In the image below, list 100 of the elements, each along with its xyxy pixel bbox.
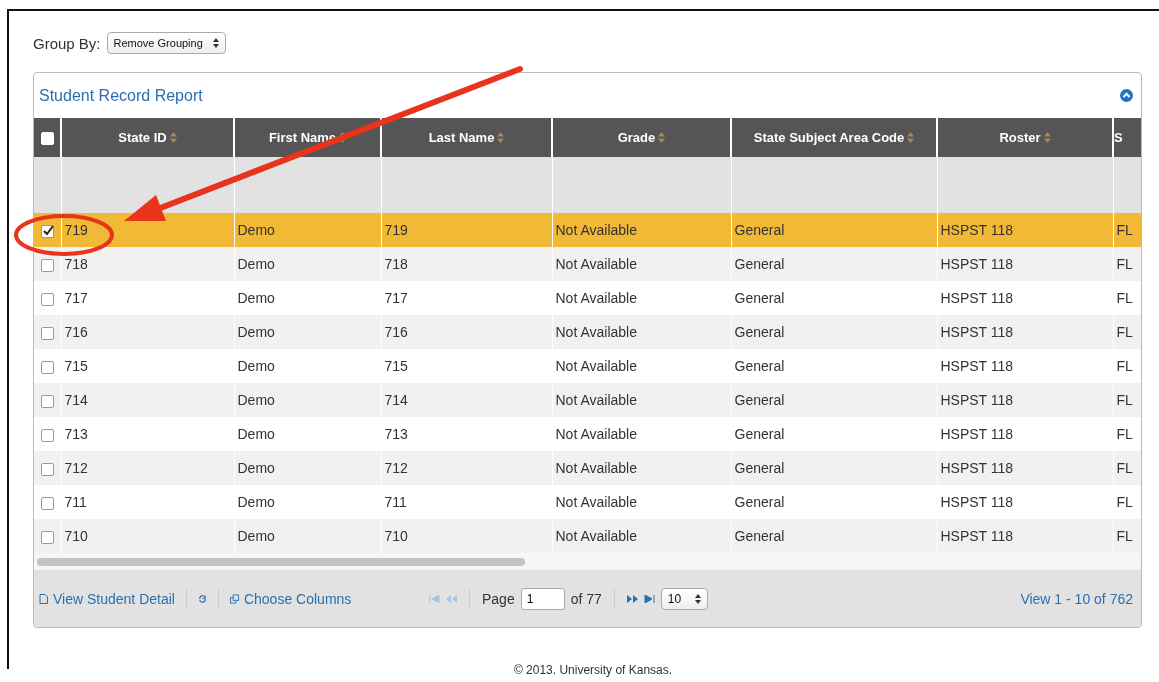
table-cell: FL [1116, 426, 1133, 442]
table-cell: FL [1116, 290, 1133, 306]
checkbox[interactable] [40, 292, 54, 306]
group-by-label: Group By: [33, 34, 101, 52]
table-cell: General [734, 222, 785, 238]
table-cell: General [734, 392, 785, 408]
copyright-text: © 2013. University of Kansas. [512, 663, 674, 677]
table-cell: Demo [237, 460, 275, 476]
table-cell: Not Available [555, 528, 637, 544]
table-cell: HSPST 118 [940, 324, 1014, 340]
view-detail-link[interactable]: View Student Detail [53, 590, 175, 607]
checkbox[interactable] [40, 462, 54, 476]
table-cell: 716 [384, 324, 408, 340]
table-cell: 710 [384, 528, 408, 544]
table-cell: Demo [237, 392, 275, 408]
table-cell: FL [1116, 222, 1133, 238]
table-cell: Not Available [555, 222, 637, 238]
table-cell: General [734, 494, 785, 510]
table-cell: Not Available [555, 358, 637, 374]
checkbox[interactable] [40, 394, 54, 408]
checkbox[interactable] [40, 224, 54, 238]
table-cell: 710 [64, 528, 88, 544]
refresh-icon [197, 593, 207, 604]
record-count: View 1 - 10 of 762 [1020, 590, 1133, 607]
table-cell: Demo [237, 426, 275, 442]
checkbox[interactable] [40, 258, 54, 272]
table-cell: 713 [64, 426, 88, 442]
table-row[interactable]: 710 Demo 710 Not Available General HSPST 118 FL [34, 519, 1141, 553]
table-row[interactable]: 716 Demo 716 Not Available General HSPST 118 FL [34, 315, 1141, 349]
page-label: Page [482, 590, 515, 607]
table-row[interactable]: 719 Demo 719 Not Available General HSPST 118 FL [34, 213, 1141, 247]
previous-page-icon [446, 594, 457, 603]
table-cell: Demo [237, 256, 275, 272]
table-cell: 711 [64, 494, 87, 510]
checkbox[interactable] [40, 428, 54, 442]
table-cell: 717 [384, 290, 408, 306]
checkbox[interactable] [40, 326, 54, 340]
table-cell: General [734, 256, 785, 272]
group-by-select[interactable]: Remove Grouping [106, 32, 226, 54]
table-cell: HSPST 118 [940, 290, 1014, 306]
updown-icon [212, 38, 219, 48]
column-header[interactable]: Grade [552, 118, 731, 157]
table-cell: HSPST 118 [940, 256, 1014, 272]
checkbox[interactable] [40, 496, 54, 510]
table-cell: FL [1116, 392, 1133, 408]
table-cell: Not Available [555, 460, 637, 476]
choose-columns-link[interactable]: Choose Columns [243, 590, 352, 607]
column-header[interactable]: Last Name [381, 118, 552, 157]
first-page-icon [429, 594, 440, 603]
table-cell: FL [1116, 256, 1133, 272]
next-page-icon [626, 594, 638, 603]
table-cell: 712 [64, 460, 88, 476]
page-input[interactable]: 1 [520, 587, 565, 610]
column-header[interactable]: S [1113, 118, 1141, 157]
page-count: of 77 [570, 590, 602, 607]
checkbox[interactable] [40, 530, 54, 544]
column-header[interactable]: State Subject Area Code [731, 118, 937, 157]
column-header[interactable]: Roster [937, 118, 1113, 157]
table-row[interactable]: 715 Demo 715 Not Available General HSPST 118 FL [34, 349, 1141, 383]
table-cell: General [734, 358, 785, 374]
table-row[interactable]: 718 Demo 718 Not Available General HSPST 118 FL [34, 247, 1141, 281]
table-cell: 715 [64, 358, 88, 374]
table-cell: Not Available [555, 494, 637, 510]
column-header[interactable]: State ID [61, 118, 234, 157]
table-cell: Demo [237, 494, 275, 510]
table-cell: Not Available [555, 290, 637, 306]
table-cell: HSPST 118 [940, 494, 1014, 510]
checkbox[interactable] [40, 360, 54, 374]
table-cell: HSPST 118 [940, 426, 1014, 442]
table-cell: General [734, 324, 785, 340]
table-row[interactable]: 711 Demo 711 Not Available General HSPST 118 FL [34, 485, 1141, 519]
table-cell: General [734, 460, 785, 476]
table-cell: FL [1116, 358, 1133, 374]
page-size-select[interactable]: 10 [660, 587, 709, 610]
table-row[interactable]: 713 Demo 713 Not Available General HSPST 118 FL [34, 417, 1141, 451]
table-cell: FL [1116, 528, 1133, 544]
table-cell: Not Available [555, 324, 637, 340]
table-cell: 717 [64, 290, 88, 306]
table-cell: FL [1116, 324, 1133, 340]
table-cell: 719 [64, 222, 88, 238]
table-row[interactable]: 712 Demo 712 Not Available General HSPST 118 FL [34, 451, 1141, 485]
updown-icon [695, 593, 702, 604]
last-page-icon [643, 594, 655, 603]
table-row[interactable]: 717 Demo 717 Not Available General HSPST 118 FL [34, 281, 1141, 315]
table-cell: HSPST 118 [940, 460, 1014, 476]
table-cell: Demo [237, 290, 275, 306]
collapse-icon [1120, 89, 1133, 102]
table-cell: HSPST 118 [940, 392, 1014, 408]
table-cell: 711 [384, 494, 407, 510]
table-cell: 715 [384, 358, 408, 374]
document-icon [39, 593, 48, 604]
table-cell: General [734, 528, 785, 544]
table-cell: Not Available [555, 392, 637, 408]
table-cell: Demo [237, 324, 275, 340]
table-cell: HSPST 118 [940, 528, 1014, 544]
table-cell: 719 [384, 222, 408, 238]
table-cell: 713 [384, 426, 408, 442]
table-cell: Demo [237, 222, 275, 238]
table-row[interactable]: 714 Demo 714 Not Available General HSPST 118 FL [34, 383, 1141, 417]
scrollbar-thumb[interactable] [37, 557, 525, 566]
